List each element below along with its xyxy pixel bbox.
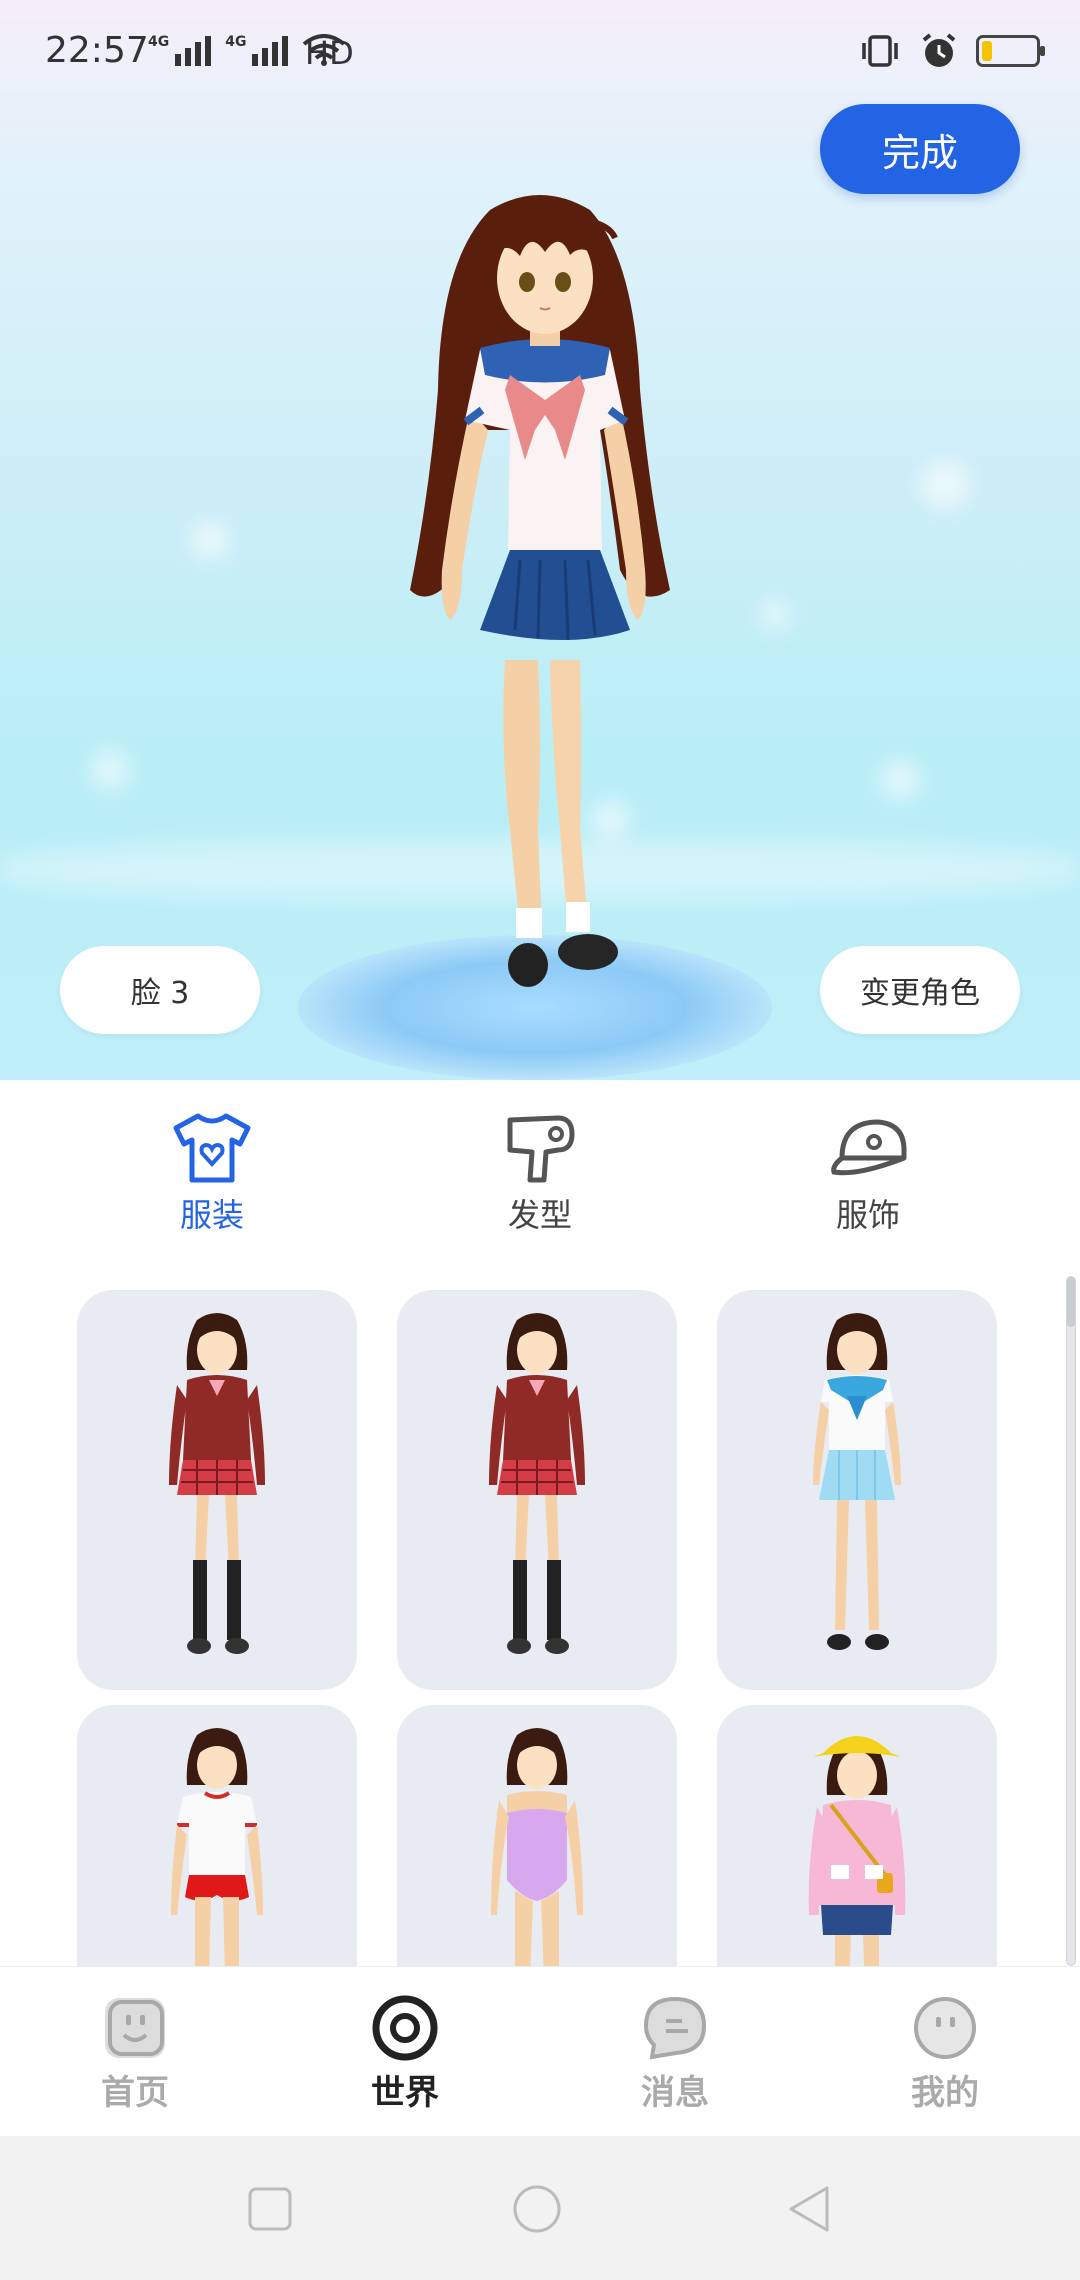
outfit-gym-uniform [171, 1728, 263, 1966]
hair-dryer-icon [507, 1115, 575, 1183]
system-navigation-bar [0, 2136, 1080, 2280]
outfit-card[interactable] [397, 1705, 677, 1966]
tab-label: 服饰 [835, 1196, 900, 1234]
back-triangle-icon[interactable] [785, 2184, 835, 2234]
outfit-purple-swimsuit [491, 1728, 583, 1966]
hd-indicator: HD [305, 34, 354, 72]
status-icons-right [858, 32, 1045, 70]
outfit-red-blazer [169, 1313, 265, 1654]
nav-label: 世界 [371, 2073, 439, 2113]
scrollbar-thumb[interactable] [1067, 1277, 1075, 1327]
nav-label: 我的 [911, 2073, 979, 2113]
outfit-card[interactable] [717, 1705, 997, 1966]
battery-icon [976, 35, 1045, 67]
network-label: 4G [148, 34, 170, 50]
battery-level [982, 41, 992, 61]
network-label-2: 4G [225, 34, 247, 50]
outfit-red-blazer-2 [489, 1313, 585, 1654]
nav-item-messages[interactable]: 消息 [600, 1993, 750, 2114]
nav-label: 首页 [101, 2073, 169, 2113]
character-avatar[interactable] [370, 190, 710, 1010]
outfit-card[interactable] [397, 1290, 677, 1690]
nav-item-home[interactable]: 首页 [60, 1993, 210, 2114]
message-bubble-icon [643, 1996, 707, 2060]
cap-icon [831, 1119, 907, 1176]
done-button[interactable]: 完成 [820, 104, 1020, 194]
home-circle-icon[interactable] [512, 2184, 562, 2234]
tab-label: 服装 [179, 1196, 244, 1234]
home-face-icon [105, 1998, 165, 2058]
outfit-grid [0, 1260, 1080, 1966]
outfit-card[interactable] [717, 1290, 997, 1690]
category-tabs: 服装 发型 服饰 [0, 1080, 1080, 1260]
signal-icon-2: 4G [225, 34, 289, 66]
recent-apps-icon[interactable] [245, 2184, 295, 2234]
status-bar: 22:57 4G 4G HD [0, 0, 1080, 110]
tab-accessories[interactable]: 服饰 [778, 1110, 958, 1240]
bottom-navigation: 首页 世界 消息 我的 [0, 1966, 1080, 2136]
face-button[interactable]: 脸 3 [60, 946, 260, 1034]
tab-hairstyle[interactable]: 发型 [450, 1110, 630, 1240]
outfit-card[interactable] [77, 1705, 357, 1966]
world-ring-icon [372, 1995, 438, 2061]
signal-icon: 4G [148, 34, 212, 66]
status-time: 22:57 [45, 30, 149, 71]
alarm-icon [922, 33, 956, 67]
tab-clothing[interactable]: 服装 [122, 1110, 302, 1240]
change-role-button[interactable]: 变更角色 [820, 946, 1020, 1034]
tab-label: 发型 [507, 1196, 572, 1234]
nav-label: 消息 [641, 2073, 709, 2113]
outfit-card[interactable] [77, 1290, 357, 1690]
nav-item-world[interactable]: 世界 [330, 1993, 480, 2114]
character-stage: 22:57 4G 4G HD 完成 脸 3 变更角色 [0, 0, 1080, 1080]
scrollbar[interactable] [1066, 1276, 1076, 1966]
shirt-icon [173, 1113, 251, 1183]
outfit-pink-coat [808, 1736, 906, 1966]
outfit-sailor-blue [813, 1313, 901, 1650]
vibrate-icon [862, 35, 898, 67]
profile-face-icon [914, 1997, 976, 2059]
nav-item-profile[interactable]: 我的 [870, 1993, 1020, 2114]
